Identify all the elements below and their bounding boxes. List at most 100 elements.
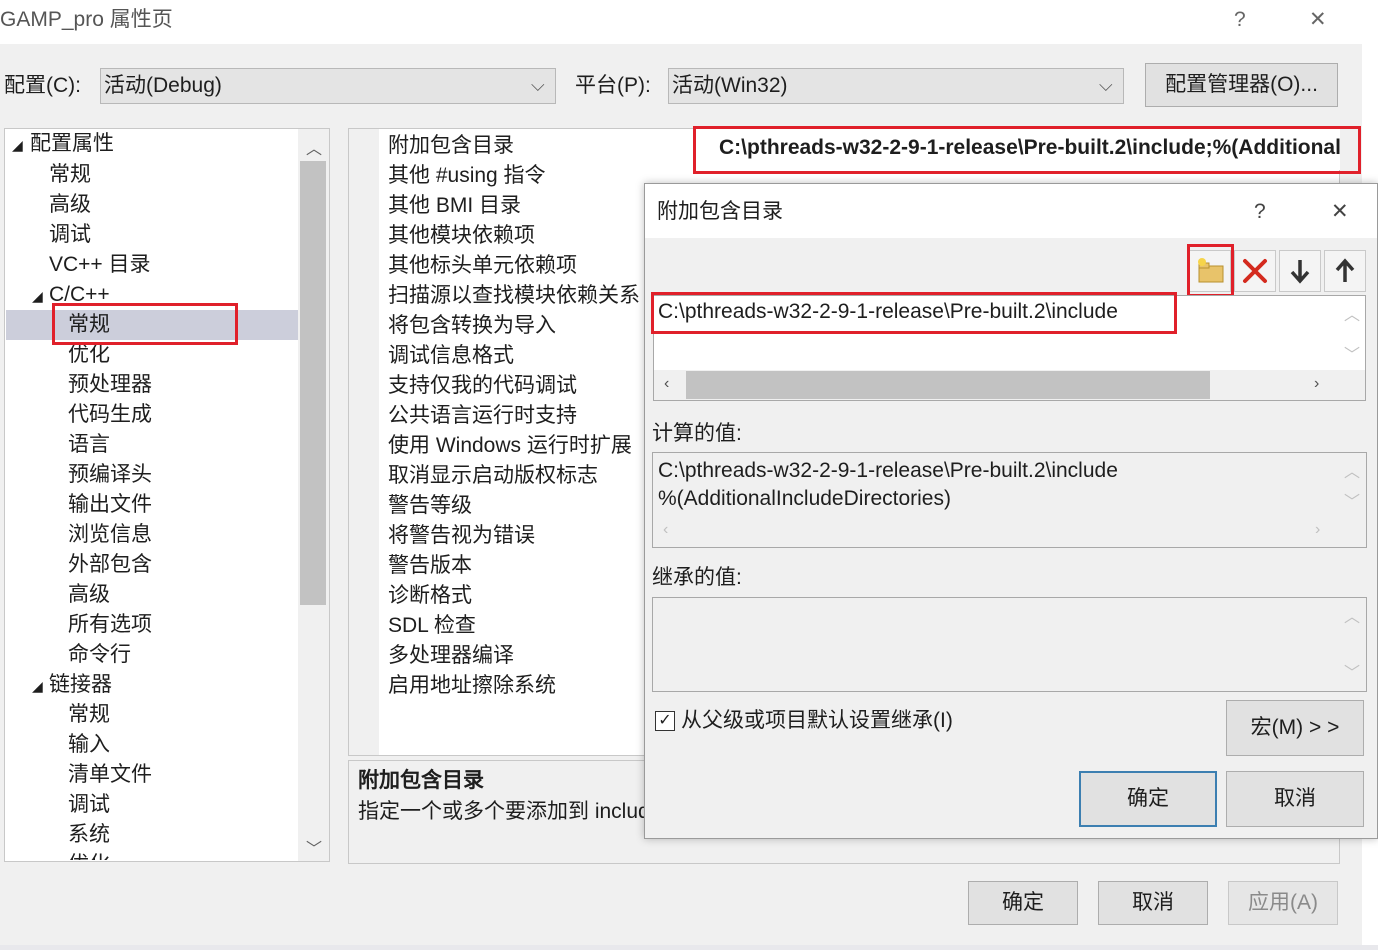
scroll-down-icon[interactable]: ﹀: [1344, 666, 1360, 682]
tree-item-cpp-codegen[interactable]: 代码生成: [68, 400, 152, 430]
tree-item-advanced[interactable]: 高级: [49, 190, 91, 220]
scroll-right-icon[interactable]: ›: [1314, 375, 1319, 393]
footer-apply-button[interactable]: 应用(A): [1228, 881, 1338, 925]
inherit-checkbox-label[interactable]: 从父级或项目默认设置继承(I): [681, 707, 953, 735]
prop-suppress-banner[interactable]: 取消显示启动版权标志: [388, 461, 598, 491]
tree-item-cpp-command-line[interactable]: 命令行: [68, 640, 131, 670]
prop-warning-level[interactable]: 警告等级: [388, 491, 472, 521]
prop-winrt-ext[interactable]: 使用 Windows 运行时扩展: [388, 431, 632, 461]
expand-triangle-icon[interactable]: ◢: [32, 281, 43, 311]
move-down-icon[interactable]: [1279, 250, 1321, 292]
tree-item-linker-manifest[interactable]: 清单文件: [68, 760, 152, 790]
footer-ok-button[interactable]: 确定: [968, 881, 1078, 925]
config-label: 配置(C):: [4, 74, 81, 97]
scroll-left-icon[interactable]: ‹: [664, 375, 669, 393]
macro-button[interactable]: 宏(M) > >: [1226, 700, 1364, 756]
scroll-up-icon[interactable]: ︿: [306, 135, 322, 159]
scroll-right-icon[interactable]: ›: [1315, 521, 1320, 539]
prop-translate-includes[interactable]: 将包含转换为导入: [388, 311, 556, 341]
red-highlight-value: [693, 126, 1361, 174]
tree-item-cpp-preprocessor[interactable]: 预处理器: [68, 370, 152, 400]
tree-item-linker-input[interactable]: 输入: [68, 730, 110, 760]
dialog-cancel-button[interactable]: 取消: [1226, 771, 1364, 827]
tree-item-linker-general[interactable]: 常规: [68, 700, 110, 730]
red-highlight-new-line: [1187, 244, 1234, 297]
chevron-down-icon: ⌵: [1099, 75, 1113, 95]
red-highlight-entry: [651, 292, 1177, 334]
config-select[interactable]: 活动(Debug) ⌵: [100, 68, 556, 104]
prop-warning-version[interactable]: 警告版本: [388, 551, 472, 581]
config-select-value: 活动(Debug): [104, 74, 222, 97]
tree-item-cpp-all-options[interactable]: 所有选项: [68, 610, 152, 640]
prop-bmi-directories[interactable]: 其他 BMI 目录: [388, 191, 521, 221]
prop-header-unit-deps[interactable]: 其他标头单元依赖项: [388, 251, 577, 281]
red-highlight-tree: [52, 303, 238, 345]
tree-item-cpp-pch[interactable]: 预编译头: [68, 460, 152, 490]
tree-item-cpp-advanced[interactable]: 高级: [68, 580, 110, 610]
tree-item-linker-debugging[interactable]: 调试: [68, 790, 110, 820]
inherited-values-box: ︿ ﹀: [652, 597, 1367, 692]
computed-line-1: C:\pthreads-w32-2-9-1-release\Pre-built.…: [658, 459, 1118, 482]
prop-warnings-as-errors[interactable]: 将警告视为错误: [388, 521, 535, 551]
scroll-up-icon[interactable]: ︿: [1344, 465, 1360, 481]
property-grid-gutter: [349, 129, 379, 755]
taskbar-edge: [0, 945, 1378, 950]
description-title: 附加包含目录: [358, 769, 484, 792]
help-button[interactable]: ?: [1234, 6, 1246, 34]
tree-item-cpp-external[interactable]: 外部包含: [68, 550, 152, 580]
scroll-down-icon[interactable]: ﹀: [306, 835, 322, 859]
delete-line-icon[interactable]: [1234, 250, 1276, 292]
tree-item-vc-directories[interactable]: VC++ 目录: [49, 250, 151, 280]
scroll-left-icon[interactable]: ‹: [663, 521, 668, 539]
prop-multiprocessor[interactable]: 多处理器编译: [388, 641, 514, 671]
tree-item-linker-optimization[interactable]: 优化: [68, 850, 110, 860]
scroll-down-icon[interactable]: ﹀: [1344, 495, 1360, 511]
tree-item-linker-system[interactable]: 系统: [68, 820, 110, 850]
tree-item-debugging[interactable]: 调试: [49, 220, 91, 250]
prop-debug-format[interactable]: 调试信息格式: [388, 341, 514, 371]
dialog-close-button[interactable]: ✕: [1331, 198, 1349, 226]
tree-scrollbar[interactable]: ︿ ﹀: [298, 129, 329, 861]
tree-item-general[interactable]: 常规: [49, 160, 91, 190]
tree-clip: 优化: [60, 848, 290, 860]
window-title: GAMP_pro 属性页: [0, 8, 173, 31]
prop-diagnostics-format[interactable]: 诊断格式: [388, 581, 472, 611]
footer-cancel-button[interactable]: 取消: [1098, 881, 1208, 925]
prop-additional-include[interactable]: 附加包含目录: [388, 131, 514, 161]
config-manager-button[interactable]: 配置管理器(O)...: [1145, 63, 1338, 107]
close-button[interactable]: ✕: [1309, 6, 1327, 34]
prop-module-deps[interactable]: 其他模块依赖项: [388, 221, 535, 251]
list-hscrollbar[interactable]: ‹ ›: [654, 370, 1365, 400]
inherit-checkbox[interactable]: ✓: [655, 711, 675, 731]
prop-using-directives[interactable]: 其他 #using 指令: [388, 161, 546, 191]
dialog-ok-button[interactable]: 确定: [1079, 771, 1217, 827]
prop-just-my-code[interactable]: 支持仅我的代码调试: [388, 371, 577, 401]
tree-root[interactable]: 配置属性: [30, 129, 114, 159]
prop-scan-sources[interactable]: 扫描源以查找模块依赖关系: [388, 281, 640, 311]
tree-item-cpp-language[interactable]: 语言: [68, 430, 110, 460]
title-bar: GAMP_pro 属性页 ? ✕: [0, 0, 1362, 44]
computed-line-2: %(AdditionalIncludeDirectories): [658, 487, 951, 510]
platform-select[interactable]: 活动(Win32) ⌵: [668, 68, 1124, 104]
tree-scroll-thumb[interactable]: [300, 161, 326, 605]
scroll-up-icon[interactable]: ︿: [1344, 610, 1360, 626]
chevron-down-icon: ⌵: [531, 75, 545, 95]
scroll-up-icon[interactable]: ︿: [1344, 308, 1360, 324]
tree-item-cpp-output[interactable]: 输出文件: [68, 490, 152, 520]
computed-label: 计算的值:: [652, 422, 742, 445]
list-hscroll-thumb[interactable]: [686, 371, 1210, 399]
expand-triangle-icon[interactable]: ◢: [32, 671, 43, 701]
prop-clr-support[interactable]: 公共语言运行时支持: [388, 401, 577, 431]
prop-address-sanitizer[interactable]: 启用地址擦除系统: [388, 671, 556, 701]
computed-values-box: C:\pthreads-w32-2-9-1-release\Pre-built.…: [652, 452, 1367, 548]
platform-select-value: 活动(Win32): [672, 74, 788, 97]
dialog-help-button[interactable]: ?: [1254, 198, 1266, 226]
prop-sdl-checks[interactable]: SDL 检查: [388, 611, 476, 641]
dialog-title: 附加包含目录: [657, 200, 783, 223]
tree-item-cpp-browse[interactable]: 浏览信息: [68, 520, 152, 550]
scroll-down-icon[interactable]: ﹀: [1344, 348, 1360, 364]
tree-item-linker[interactable]: 链接器: [49, 670, 112, 700]
expand-triangle-icon[interactable]: ◢: [12, 130, 23, 160]
dialog-title-bar: 附加包含目录 ? ✕: [645, 184, 1377, 238]
move-up-icon[interactable]: [1324, 250, 1366, 292]
